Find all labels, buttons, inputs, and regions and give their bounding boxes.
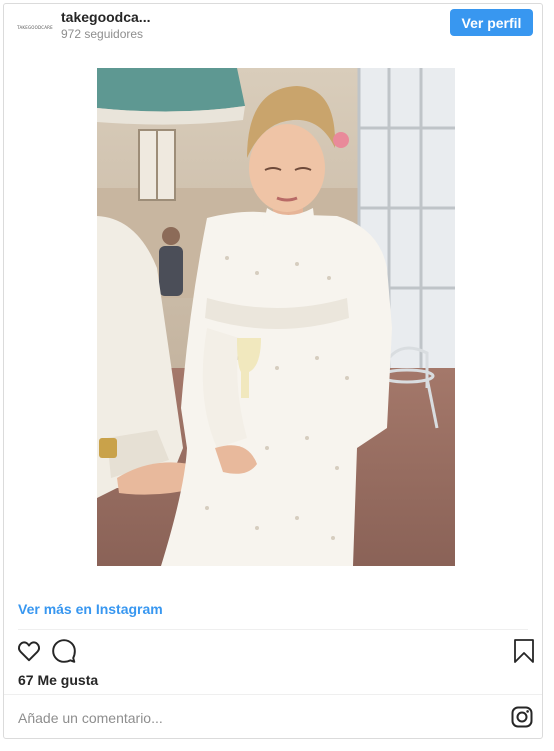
avatar-logo-text: TAKEGOODCARE xyxy=(17,24,53,30)
comment-icon[interactable] xyxy=(51,638,77,664)
view-profile-button[interactable]: Ver perfil xyxy=(450,9,533,36)
heart-icon[interactable] xyxy=(16,638,42,664)
bookmark-icon[interactable] xyxy=(512,638,536,664)
divider xyxy=(18,629,528,630)
comment-input[interactable] xyxy=(16,706,460,730)
post-photo-illustration xyxy=(97,68,455,566)
instagram-icon[interactable] xyxy=(511,706,533,728)
username[interactable]: takegoodca... xyxy=(61,9,150,25)
post-photo[interactable] xyxy=(97,68,455,566)
see-more-link[interactable]: Ver más en Instagram xyxy=(18,601,163,617)
divider xyxy=(4,694,542,695)
follower-count: 972 seguidores xyxy=(61,27,144,41)
avatar[interactable]: TAKEGOODCARE xyxy=(17,10,53,44)
instagram-embed-card: TAKEGOODCARE takegoodca... 972 seguidore… xyxy=(3,3,543,739)
post-header: TAKEGOODCARE takegoodca... 972 seguidore… xyxy=(4,4,542,48)
like-count: 67 Me gusta xyxy=(18,672,99,688)
